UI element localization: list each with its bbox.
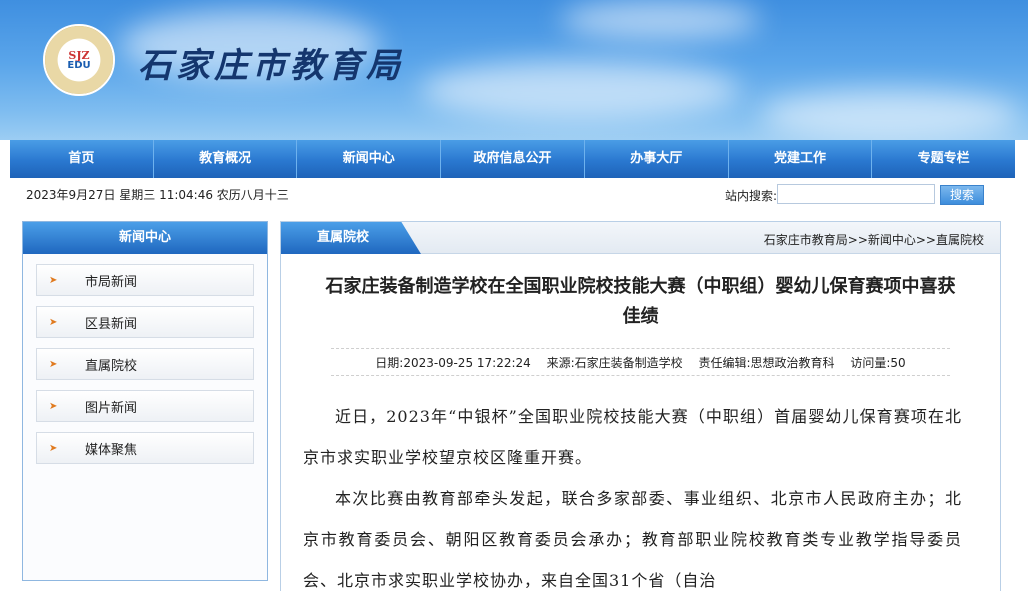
cloud-decoration: [420, 60, 740, 120]
search-input[interactable]: [777, 184, 935, 204]
article-body: 近日，2023年“中银杯”全国职业院校技能大赛（中职组）首届婴幼儿保育赛项在北京…: [303, 396, 962, 591]
sidebar-item-direct-schools[interactable]: ➤ 直属院校: [36, 348, 254, 380]
search-button[interactable]: 搜索: [940, 185, 984, 205]
sidebar-item-county-news[interactable]: ➤ 区县新闻: [36, 306, 254, 338]
breadcrumb[interactable]: 石家庄市教育局>>新闻中心>>直属院校: [764, 231, 984, 248]
nav-item-services[interactable]: 办事大厅: [585, 140, 729, 178]
sidebar: 新闻中心 ➤ 市局新闻 ➤ 区县新闻 ➤ 直属院校 ➤ 图片新闻 ➤ 媒体聚焦: [22, 221, 268, 581]
meta-date: 日期:2023-09-25 17:22:24: [375, 356, 531, 370]
arrow-icon: ➤: [49, 358, 58, 370]
sidebar-item-photo-news[interactable]: ➤ 图片新闻: [36, 390, 254, 422]
nav-item-topics[interactable]: 专题专栏: [872, 140, 1015, 178]
main-nav: 首页 教育概况 新闻中心 政府信息公开 办事大厅 党建工作 专题专栏: [10, 140, 1015, 178]
search-label: 站内搜索:: [725, 189, 778, 203]
sidebar-item-city-news[interactable]: ➤ 市局新闻: [36, 264, 254, 296]
nav-item-news[interactable]: 新闻中心: [297, 140, 442, 178]
nav-item-gov-info[interactable]: 政府信息公开: [441, 140, 585, 178]
article-paragraph: 本次比赛由教育部牵头发起，联合多家部委、事业组织、北京市人民政府主办；北京市教育…: [303, 489, 962, 590]
article-title: 石家庄装备制造学校在全国职业院校技能大赛（中职组）婴幼儿保育赛项中喜获佳绩: [325, 276, 956, 327]
sidebar-item-label: 直属院校: [85, 358, 138, 374]
sidebar-title: 新闻中心: [23, 222, 267, 254]
sidebar-item-label: 媒体聚焦: [85, 442, 138, 458]
nav-item-party[interactable]: 党建工作: [729, 140, 873, 178]
cloud-decoration: [560, 0, 760, 40]
arrow-icon: ➤: [49, 442, 58, 454]
article-panel: 直属院校 石家庄市教育局>>新闻中心>>直属院校 石家庄装备制造学校在全国职业院…: [280, 221, 1001, 591]
nav-item-home[interactable]: 首页: [10, 140, 154, 178]
header-banner: SJZ EDU 石家庄市教育局: [0, 0, 1028, 140]
date-display: 2023年9月27日 星期三 11:04:46 农历八月十三: [26, 188, 289, 202]
cloud-decoration: [760, 90, 1020, 140]
meta-source: 来源:石家庄装备制造学校: [546, 356, 683, 370]
logo-emblem: SJZ EDU: [58, 39, 100, 81]
sidebar-list: ➤ 市局新闻 ➤ 区县新闻 ➤ 直属院校 ➤ 图片新闻 ➤ 媒体聚焦: [23, 254, 267, 484]
meta-editor: 责任编辑:思想政治教育科: [698, 356, 835, 370]
site-title: 石家庄市教育局: [138, 46, 404, 86]
article-paragraph: 近日，2023年“中银杯”全国职业院校技能大赛（中职组）首届婴幼儿保育赛项在北京…: [303, 407, 962, 467]
section-tab[interactable]: 直属院校: [281, 222, 421, 254]
sidebar-item-label: 区县新闻: [85, 316, 138, 332]
meta-views: 访问量:50: [850, 356, 906, 370]
arrow-icon: ➤: [49, 274, 58, 286]
sidebar-item-label: 市局新闻: [85, 274, 138, 290]
sidebar-item-label: 图片新闻: [85, 400, 138, 416]
arrow-icon: ➤: [49, 400, 58, 412]
info-bar: 2023年9月27日 星期三 11:04:46 农历八月十三 站内搜索: 搜索: [10, 180, 1015, 208]
logo-text: EDU: [67, 59, 91, 71]
site-logo[interactable]: SJZ EDU: [43, 24, 115, 96]
sidebar-item-media-focus[interactable]: ➤ 媒体聚焦: [36, 432, 254, 464]
logo-text: SJZ: [68, 48, 90, 62]
panel-header: 直属院校 石家庄市教育局>>新闻中心>>直属院校: [281, 222, 1000, 254]
arrow-icon: ➤: [49, 316, 58, 328]
nav-item-overview[interactable]: 教育概况: [154, 140, 298, 178]
article-meta: 日期:2023-09-25 17:22:24 来源:石家庄装备制造学校 责任编辑…: [331, 348, 950, 376]
